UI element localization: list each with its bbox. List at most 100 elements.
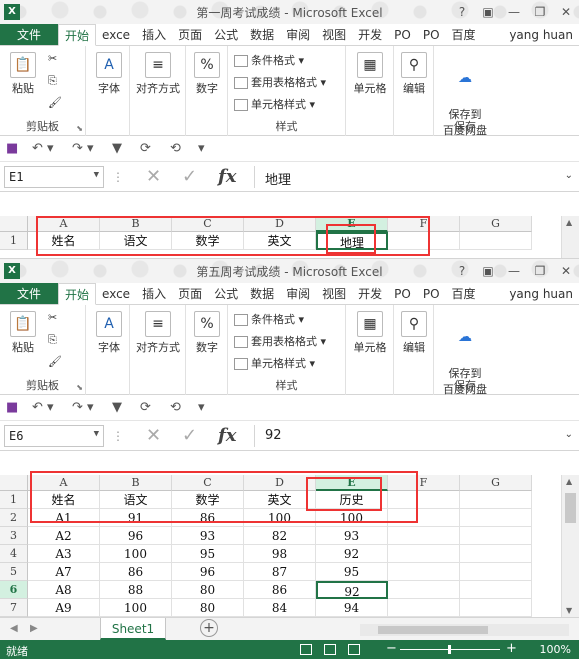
vertical-scrollbar[interactable]: ▲ ▼ (561, 475, 579, 617)
tab-home[interactable]: 开始 (58, 24, 97, 46)
tab-exce[interactable]: exce (96, 24, 136, 45)
tab-baidu[interactable]: 百度 (446, 24, 482, 45)
cancel-icon[interactable]: ✕ (146, 425, 161, 446)
page-break-view-icon[interactable] (348, 644, 360, 655)
prev-sheet-icon[interactable]: ◀ (10, 623, 18, 634)
horizontal-scrollbar[interactable] (360, 624, 569, 636)
table-format-button[interactable]: 套用表格格式 ▾ (234, 74, 326, 90)
cell-g5[interactable] (460, 563, 532, 581)
dialog-launcher-icon[interactable]: ⬊ (76, 383, 83, 392)
cell-f5[interactable] (388, 563, 460, 581)
next-sheet-icon[interactable]: ▶ (30, 623, 38, 634)
number-button[interactable]: % 数字 (190, 311, 224, 355)
cell-b5[interactable]: 86 (100, 563, 172, 581)
enter-icon[interactable]: ✓ (182, 425, 197, 446)
scroll-up-icon[interactable]: ▲ (566, 218, 572, 227)
customize-qat-icon[interactable]: ▾ (198, 141, 205, 156)
minimize-icon[interactable]: — (501, 0, 527, 24)
name-box[interactable]: E1 ▼ (4, 166, 104, 188)
cell-style-button[interactable]: 单元格样式 ▾ (234, 355, 315, 371)
tab-developer[interactable]: 开发 (352, 24, 388, 45)
cell-d4[interactable]: 98 (244, 545, 316, 563)
restore-icon[interactable]: ❐ (527, 0, 553, 24)
edit-button[interactable]: ⚲ 编辑 (397, 311, 431, 355)
select-all-corner[interactable] (0, 475, 28, 491)
cell-f4[interactable] (388, 545, 460, 563)
tab-insert[interactable]: 插入 (136, 283, 172, 304)
ribbon-display-icon[interactable]: ▣ (475, 0, 501, 24)
filter-icon[interactable]: ▼ (112, 400, 122, 415)
tab-formula[interactable]: 公式 (208, 283, 244, 304)
tab-po-1[interactable]: PO (388, 24, 417, 45)
copy-icon[interactable]: ⎘ (48, 74, 57, 88)
zoom-level[interactable]: 100% (540, 643, 571, 656)
tab-po-2[interactable]: PO (417, 24, 446, 45)
cell-e3[interactable]: 93 (316, 527, 388, 545)
row-header-3[interactable]: 3 (0, 527, 28, 545)
paste-button[interactable]: 📋 粘贴 (6, 52, 40, 96)
cell-c7[interactable]: 80 (172, 599, 244, 617)
filter-icon[interactable]: ▼ (112, 141, 122, 156)
cell-e6[interactable]: 92 (316, 581, 388, 599)
cell-g2[interactable] (460, 509, 532, 527)
help-icon[interactable]: ? (449, 259, 475, 283)
edit-button[interactable]: ⚲ 编辑 (397, 52, 431, 96)
select-all-corner[interactable] (0, 216, 28, 232)
cell-g4[interactable] (460, 545, 532, 563)
page-layout-view-icon[interactable] (324, 644, 336, 655)
formula-input[interactable]: 92 (254, 425, 559, 447)
undo-icon[interactable]: ↶ ▾ (32, 141, 54, 156)
table-format-button[interactable]: 套用表格格式 ▾ (234, 333, 326, 349)
redo-icon[interactable]: ↷ ▾ (72, 141, 94, 156)
insert-function-icon[interactable]: fx (218, 425, 236, 446)
zoom-out-icon[interactable]: − (386, 641, 397, 656)
tab-home[interactable]: 开始 (58, 283, 97, 305)
sheet-tab-sheet1[interactable]: Sheet1 (100, 618, 166, 640)
format-painter-icon[interactable]: 🖌 (48, 355, 62, 368)
tab-data[interactable]: 数据 (244, 283, 280, 304)
font-button[interactable]: A 字体 (92, 52, 126, 96)
horizontal-scroll-thumb[interactable] (378, 626, 488, 634)
row-header-4[interactable]: 4 (0, 545, 28, 563)
cell-g1[interactable] (460, 491, 532, 509)
cell-e4[interactable]: 92 (316, 545, 388, 563)
recalc-icon[interactable]: ⟲ (170, 400, 181, 415)
cell-d3[interactable]: 82 (244, 527, 316, 545)
zoom-in-icon[interactable]: + (506, 641, 517, 656)
row-header-2[interactable]: 2 (0, 509, 28, 527)
name-box[interactable]: E6 ▼ (4, 425, 104, 447)
help-icon[interactable]: ? (449, 0, 475, 24)
tab-data[interactable]: 数据 (244, 24, 280, 45)
cell-f3[interactable] (388, 527, 460, 545)
tab-file[interactable]: 文件 (0, 283, 58, 304)
cell-b4[interactable]: 100 (100, 545, 172, 563)
cell-e7[interactable]: 94 (316, 599, 388, 617)
tab-view[interactable]: 视图 (316, 283, 352, 304)
cells-button[interactable]: ▦ 单元格 (348, 311, 392, 355)
cell-a5[interactable]: A7 (28, 563, 100, 581)
scroll-thumb[interactable] (565, 493, 576, 523)
cell-a3[interactable]: A2 (28, 527, 100, 545)
row-header-1[interactable]: 1 (0, 491, 28, 509)
cell-style-button[interactable]: 单元格样式 ▾ (234, 96, 315, 112)
cell-b3[interactable]: 96 (100, 527, 172, 545)
cell-f7[interactable] (388, 599, 460, 617)
scroll-down-icon[interactable]: ▼ (566, 606, 572, 615)
tab-file[interactable]: 文件 (0, 24, 58, 45)
save-icon[interactable]: ■ (6, 141, 18, 156)
cell-e5[interactable]: 95 (316, 563, 388, 581)
tab-page[interactable]: 页面 (172, 24, 208, 45)
tab-page[interactable]: 页面 (172, 283, 208, 304)
cell-a4[interactable]: A3 (28, 545, 100, 563)
column-header-g[interactable]: G (460, 216, 532, 232)
row-header-7[interactable]: 7 (0, 599, 28, 617)
customize-qat-icon[interactable]: ▾ (198, 400, 205, 415)
tab-po-1[interactable]: PO (388, 283, 417, 304)
user-name[interactable]: yang huan (509, 24, 573, 46)
conditional-format-button[interactable]: 条件格式 ▾ (234, 311, 304, 327)
paste-button[interactable]: 📋 粘贴 (6, 311, 40, 355)
insert-function-icon[interactable]: fx (218, 166, 236, 187)
scroll-up-icon[interactable]: ▲ (566, 477, 572, 486)
cut-icon[interactable]: ✂ (48, 52, 57, 65)
cell-d7[interactable]: 84 (244, 599, 316, 617)
